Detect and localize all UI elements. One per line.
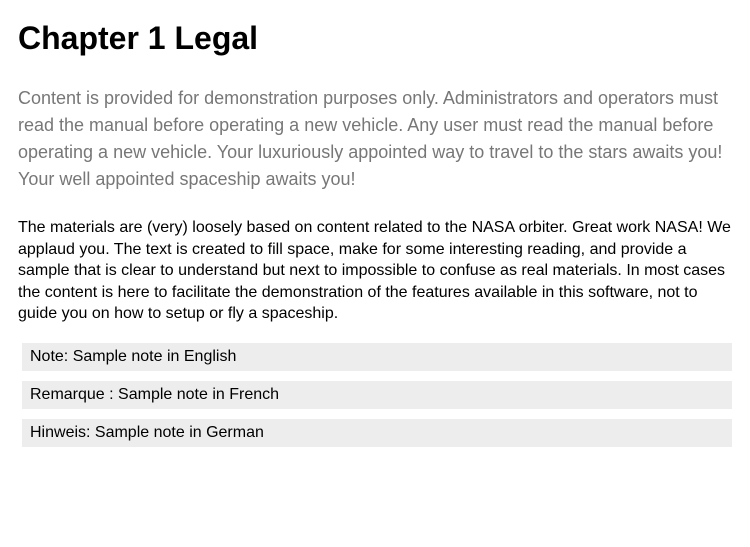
intro-paragraph: Content is provided for demonstration pu… xyxy=(18,85,732,193)
note-french: Remarque : Sample note in French xyxy=(22,381,732,409)
chapter-heading: Chapter 1 Legal xyxy=(18,20,732,57)
note-german: Hinweis: Sample note in German xyxy=(22,419,732,447)
body-paragraph: The materials are (very) loosely based o… xyxy=(18,217,732,325)
note-english: Note: Sample note in English xyxy=(22,343,732,371)
